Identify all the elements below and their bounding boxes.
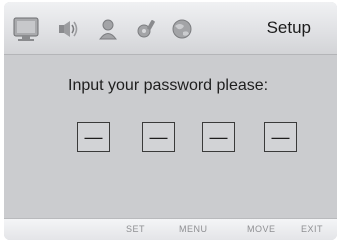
globe-icon[interactable] (170, 18, 194, 40)
password-digit-2[interactable]: — (142, 122, 175, 152)
password-digit-4[interactable]: — (264, 122, 297, 152)
exit-hint: EXIT (301, 224, 324, 234)
speaker-icon[interactable] (56, 18, 80, 40)
page-title: Setup (266, 18, 311, 37)
setup-screen: Setup Input your password please: — — — … (4, 2, 337, 240)
set-hint: SET (126, 224, 146, 234)
move-hint: MOVE (247, 224, 276, 234)
password-prompt: Input your password please: (68, 77, 269, 94)
monitor-icon[interactable] (12, 16, 40, 42)
menu-hint: MENU (179, 224, 208, 234)
top-menu-bar: Setup (4, 2, 337, 55)
tools-icon[interactable] (134, 18, 158, 40)
password-panel: Input your password please: — — — — (4, 55, 337, 218)
person-icon[interactable] (96, 18, 120, 40)
password-digit-1[interactable]: — (77, 122, 110, 152)
password-digit-3[interactable]: — (202, 122, 235, 152)
bottom-hint-bar: SET MENU MOVE EXIT (4, 218, 337, 240)
